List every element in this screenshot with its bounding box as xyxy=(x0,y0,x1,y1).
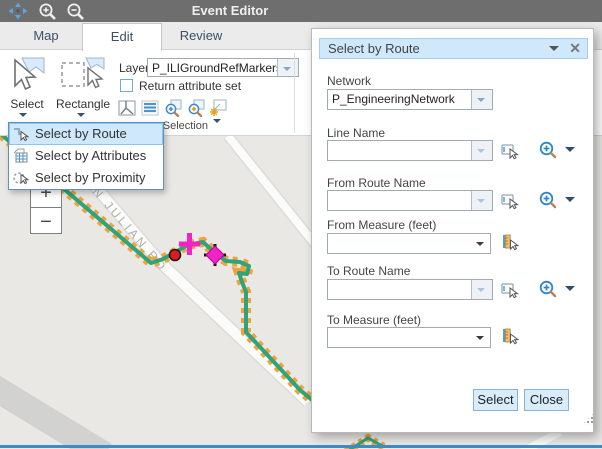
panel-close-icon[interactable]: ✕ xyxy=(569,39,581,58)
menu-item-select-by-proximity[interactable]: Select by Proximity xyxy=(9,167,163,189)
menu-item-label: Select by Attributes xyxy=(35,145,146,167)
from-route-zoom-icon[interactable] xyxy=(539,191,557,209)
to-route-zoom-icon[interactable] xyxy=(539,280,557,298)
line-name-combobox[interactable] xyxy=(327,140,493,161)
rectangle-tool-label[interactable]: Rectangle xyxy=(56,97,110,111)
layer-combobox[interactable]: P_ILIGroundRefMarkers xyxy=(147,58,299,77)
red-point-marker xyxy=(170,250,181,261)
from-route-dropdown-button[interactable] xyxy=(471,191,492,210)
return-attribute-set-checkbox[interactable] xyxy=(120,79,133,92)
select-button[interactable]: Select xyxy=(473,389,518,411)
network-dropdown-button[interactable] xyxy=(471,90,492,109)
network-combobox[interactable]: P_EngineeringNetwork xyxy=(327,89,493,110)
menu-item-select-by-route[interactable]: Select by Route xyxy=(9,123,163,145)
rectangle-tool-icon[interactable] xyxy=(60,56,106,97)
return-attribute-set-label: Return attribute set xyxy=(139,79,241,93)
panel-resize-grip[interactable] xyxy=(582,412,595,425)
line-name-label: Line Name xyxy=(327,126,385,140)
menu-item-label: Select by Proximity xyxy=(35,167,146,189)
from-measure-caret[interactable] xyxy=(476,242,484,250)
from-route-combobox[interactable] xyxy=(327,190,493,211)
tab-review[interactable]: Review xyxy=(162,22,240,50)
selection-options-caret[interactable] xyxy=(213,119,221,127)
to-measure-combobox[interactable] xyxy=(327,327,491,348)
to-route-select-on-map-icon[interactable] xyxy=(501,281,519,299)
to-route-label: To Route Name xyxy=(327,264,410,278)
attribute-list-icon[interactable] xyxy=(141,99,159,122)
line-name-dropdown-button[interactable] xyxy=(471,141,492,160)
map-zoom-out-button[interactable]: − xyxy=(31,207,61,235)
event-editor-window: N JULIAN RD + − xyxy=(0,0,602,449)
to-measure-caret[interactable] xyxy=(476,336,484,344)
select-tool-label[interactable]: Select xyxy=(4,97,50,111)
from-measure-combobox[interactable] xyxy=(327,233,491,254)
line-select-on-map-icon[interactable] xyxy=(501,142,519,160)
network-value: P_EngineeringNetwork xyxy=(332,91,455,108)
rectangle-tool-dropdown-caret[interactable] xyxy=(77,113,85,121)
tab-map[interactable]: Map xyxy=(10,22,82,50)
select-tool-dropdown-caret[interactable] xyxy=(19,113,27,121)
select-by-proximity-icon xyxy=(13,170,29,186)
select-features-icon[interactable] xyxy=(118,99,136,122)
tab-edit[interactable]: Edit xyxy=(82,23,162,51)
to-measure-label: To Measure (feet) xyxy=(327,313,421,327)
map-bottom-boundary-line xyxy=(0,445,602,448)
network-label: Network xyxy=(327,74,371,88)
line-zoom-options-caret[interactable] xyxy=(565,147,575,157)
menu-item-label: Select by Route xyxy=(35,123,127,145)
select-by-route-panel: Select by Route ✕ Network P_EngineeringN… xyxy=(311,28,594,433)
select-tool-icon[interactable] xyxy=(8,56,46,97)
to-route-dropdown-button[interactable] xyxy=(471,280,492,299)
close-button[interactable]: Close xyxy=(524,389,569,411)
from-measure-label: From Measure (feet) xyxy=(327,218,436,232)
layer-combobox-value: P_ILIGroundRefMarkers xyxy=(152,60,282,77)
to-route-combobox[interactable] xyxy=(327,279,493,300)
from-measure-on-map-icon[interactable] xyxy=(501,233,519,251)
ribbon-group-separator xyxy=(294,53,295,133)
pan-to-selection-icon[interactable] xyxy=(187,99,205,122)
line-zoom-icon[interactable] xyxy=(539,141,557,159)
select-dropdown-menu: Select by Route Select by Attributes Sel… xyxy=(8,122,164,190)
menu-item-select-by-attributes[interactable]: Select by Attributes xyxy=(9,145,163,167)
panel-collapse-caret[interactable] xyxy=(549,46,559,56)
from-route-zoom-options-caret[interactable] xyxy=(565,197,575,207)
to-route-zoom-options-caret[interactable] xyxy=(565,286,575,296)
select-by-attributes-icon xyxy=(13,148,29,164)
app-title: Event Editor xyxy=(0,3,460,18)
select-by-route-icon xyxy=(13,126,29,142)
from-route-label: From Route Name xyxy=(327,176,426,190)
panel-titlebar[interactable]: Select by Route ✕ xyxy=(319,38,588,59)
to-measure-on-map-icon[interactable] xyxy=(501,327,519,345)
from-route-select-on-map-icon[interactable] xyxy=(501,192,519,210)
panel-title: Select by Route xyxy=(328,39,420,58)
zoom-to-selection-icon[interactable] xyxy=(164,99,182,122)
